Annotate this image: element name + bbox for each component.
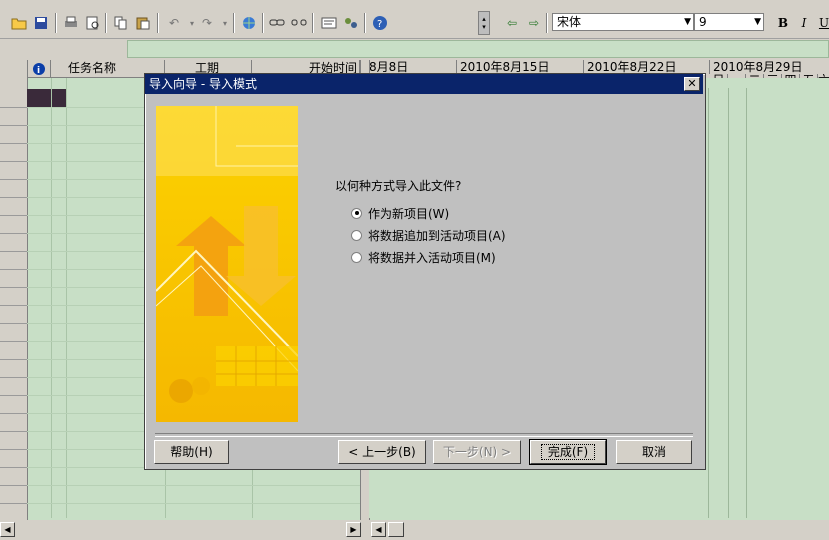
scroll-tasks-icon[interactable]: ▴ ▾ [478,11,490,35]
close-icon: ✕ [687,77,697,90]
paste-icon[interactable] [134,14,152,32]
font-size-select[interactable]: 9 ▼ [694,13,764,31]
help-icon[interactable]: ? [371,14,389,32]
chevron-down-icon[interactable]: ▼ [754,14,761,30]
dialog-title-bar: 导入向导 - 导入模式 ✕ [145,74,703,94]
hyperlink-globe-icon[interactable] [240,14,258,32]
indent-icon[interactable]: ⇨ [525,14,543,32]
redo-icon[interactable]: ↷ [198,14,216,32]
menu-bar [0,0,829,8]
print-icon[interactable] [62,14,80,32]
italic-button[interactable]: I [795,14,813,32]
option-append-data[interactable]: 将数据追加到活动项目(A) [351,227,506,243]
radio-append-data[interactable] [351,229,362,241]
import-question: 以何种方式导入此文件? [335,179,462,193]
option-append-data-label: 将数据追加到活动项目(A) [368,228,506,243]
scroll-left-icon[interactable]: ◀ [0,522,15,537]
scroll-right-icon[interactable]: ▶ [346,522,361,537]
selected-cell[interactable] [27,89,66,107]
dialog-title: 导入向导 - 导入模式 [149,77,257,91]
finish-button-label: 完成(F) [540,444,596,460]
finish-button[interactable]: 完成(F) [529,439,607,465]
font-name-select[interactable]: 宋体 ▼ [552,13,694,31]
info-icon: i [32,63,45,76]
chevron-down-icon[interactable]: ▼ [684,14,691,30]
info-column-header[interactable]: i [27,60,51,78]
entry-input[interactable] [127,40,829,58]
dialog-divider [155,433,693,437]
horizontal-scrollbar[interactable] [0,520,829,540]
back-button[interactable]: < 上一步(B) [338,440,426,464]
toolbar: ↶ ▾ ↷ ▾ ? ▴ ▾ ⇦ ⇨ 宋体 ▼ 9 ▼ B I U [0,8,829,39]
row-header-column [0,60,28,520]
gantt-scroll-left-icon[interactable]: ◀ [371,522,386,537]
close-button[interactable]: ✕ [684,77,700,91]
underline-button[interactable]: U [815,14,829,32]
link-tasks-icon[interactable] [268,14,286,32]
option-new-project-label: 作为新项目(W) [368,206,450,221]
assign-resources-icon[interactable] [342,14,360,32]
outdent-icon[interactable]: ⇦ [503,14,521,32]
option-new-project[interactable]: 作为新项目(W) [351,205,449,221]
bold-button[interactable]: B [774,14,792,32]
scroll-thumb[interactable] [388,522,404,537]
cancel-button[interactable]: 取消 [616,440,692,464]
date-header-aug8: 8月8日 [369,60,457,74]
font-size-value: 9 [699,15,707,29]
font-name-value: 宋体 [557,15,582,29]
unlink-tasks-icon[interactable] [290,14,308,32]
radio-new-project[interactable] [351,207,362,219]
open-folder-icon[interactable] [10,14,28,32]
svg-text:i: i [37,66,40,76]
wizard-illustration [156,106,298,422]
option-merge-data-label: 将数据并入活动项目(M) [368,250,496,265]
help-button[interactable]: 帮助(H) [154,440,229,464]
save-icon[interactable] [32,14,50,32]
task-information-icon[interactable] [320,14,338,32]
undo-icon[interactable]: ↶ [165,14,183,32]
copy-icon[interactable] [112,14,130,32]
next-button[interactable]: 下一步(N) > [433,440,521,464]
redo-dropdown-icon[interactable]: ▾ [216,14,234,32]
option-merge-data[interactable]: 将数据并入活动项目(M) [351,249,496,265]
print-preview-icon[interactable] [84,14,102,32]
import-wizard-dialog: 导入向导 - 导入模式 ✕ 以何种方式导入此文件? 作为新项目(W) 将数据追加… [144,73,706,470]
svg-text:?: ? [377,19,382,30]
date-header-aug22: 2010年8月22日 [584,60,710,74]
date-header-aug15: 2010年8月15日 [457,60,584,74]
date-header-aug29: 2010年8月29日 [710,60,829,74]
radio-merge-data[interactable] [351,251,362,263]
